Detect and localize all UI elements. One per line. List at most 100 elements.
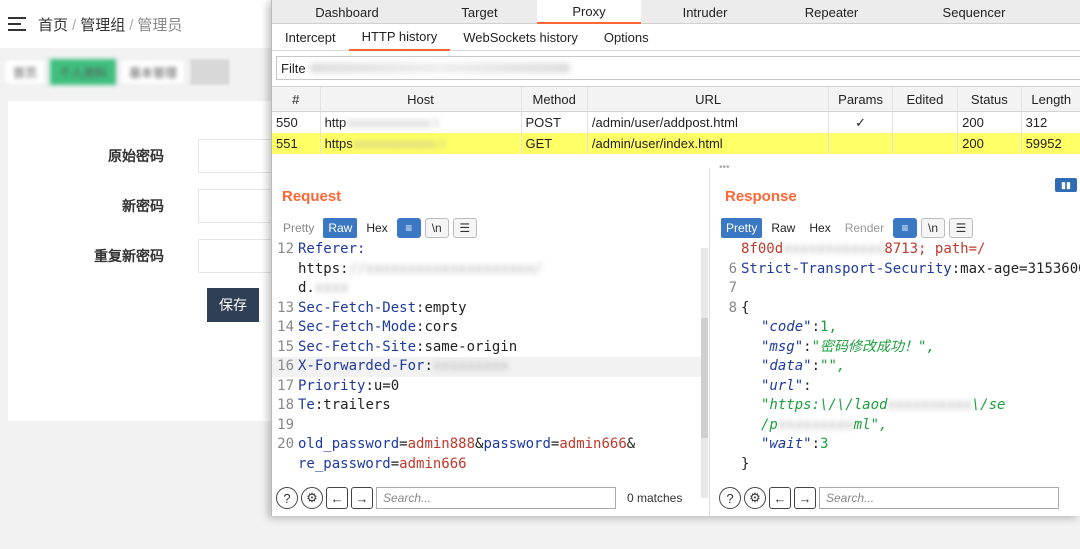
tab-sequencer[interactable]: Sequencer [894, 0, 1054, 24]
response-pretty-tab[interactable]: Pretty [721, 218, 763, 238]
filter-bar[interactable]: Filte [276, 56, 1080, 80]
layout-toggle-icon[interactable]: ▮▮ [1055, 178, 1077, 192]
menu-icon[interactable] [8, 17, 26, 31]
breadcrumb-home[interactable]: 首页 [38, 17, 68, 34]
col-method[interactable]: Method [522, 87, 588, 111]
tab-more[interactable] [190, 59, 231, 85]
request-scrollbar[interactable] [701, 248, 708, 498]
header-hsts: Strict-Transport-Security [741, 260, 952, 277]
col-host[interactable]: Host [321, 87, 522, 111]
save-button[interactable]: 保存 [207, 288, 259, 322]
help-icon[interactable]: ? [719, 487, 741, 509]
request-pretty-tab[interactable]: Pretty [278, 218, 319, 238]
json-open: { [741, 299, 750, 316]
menu-icon[interactable]: ☰ [949, 218, 974, 238]
param-password-key: password [483, 436, 551, 452]
row-host-text: http [324, 115, 347, 130]
referer-value: https: [298, 260, 349, 277]
row-method: POST [522, 112, 588, 133]
table-row[interactable]: 550 http xxxxxxxxxxxxx t POST /admin/user… [272, 112, 1080, 133]
json-wait-value: 3 [820, 436, 829, 452]
response-render-tab[interactable]: Render [840, 218, 889, 238]
tab-home[interactable]: 首页 [4, 59, 47, 85]
menu-icon[interactable]: ☰ [452, 218, 477, 238]
row-host: http xxxxxxxxxxxxx t [321, 112, 522, 133]
host-redacted: xxxxxxxxxxxxx t [352, 136, 445, 151]
arrow-left-icon[interactable]: ← [326, 487, 348, 509]
old-password-label: 原始密码 [108, 148, 164, 164]
tab-intruder[interactable]: Intruder [641, 0, 769, 24]
breadcrumb-group[interactable]: 管理组 [80, 17, 125, 34]
row-length: 312 [1025, 115, 1048, 130]
json-code-value: 1, [820, 319, 837, 335]
tab-target[interactable]: Target [422, 0, 537, 24]
new-password-input[interactable] [198, 189, 278, 223]
row-url: /admin/user/addpost.html [588, 112, 830, 133]
table-row-selected[interactable]: 551 https xxxxxxxxxxxxx t GET /admin/user… [272, 133, 1080, 154]
header-te: Te [298, 397, 315, 413]
tab-dashboard[interactable]: Dashboard [272, 0, 422, 24]
tab-intercept[interactable]: Intercept [272, 24, 349, 51]
gear-icon[interactable]: ⚙ [744, 487, 766, 509]
tab-http-history[interactable]: HTTP history [348, 24, 451, 51]
arrow-right-icon[interactable]: → [351, 487, 373, 509]
row-edited [893, 133, 959, 154]
tab-websockets-history[interactable]: WebSockets history [450, 24, 591, 51]
col-length[interactable]: Length [1022, 87, 1080, 111]
col-url[interactable]: URL [588, 87, 830, 111]
param-old-password-value: admin888 [407, 436, 476, 452]
referer-value-cont: d. [298, 280, 315, 296]
request-editor[interactable]: 12 Referer: https://xxxxxxxxxxxxxxxxxxxx/… [272, 240, 702, 474]
proxy-sub-tabs: Intercept HTTP history WebSockets histor… [272, 24, 1080, 51]
arrow-left-icon[interactable]: ← [769, 487, 791, 509]
wrap-lines-icon[interactable]: ≡ [893, 218, 918, 238]
arrow-right-icon[interactable]: → [794, 487, 816, 509]
json-url-key: "url" [761, 377, 804, 394]
response-hex-tab[interactable]: Hex [804, 218, 835, 238]
col-edited[interactable]: Edited [893, 87, 959, 111]
tab-options[interactable]: Options [591, 24, 662, 51]
request-raw-tab[interactable]: Raw [323, 218, 358, 238]
newline-icon[interactable]: \n [424, 218, 449, 238]
help-icon[interactable]: ? [276, 487, 298, 509]
row-length: 59952 [1025, 136, 1062, 151]
wrap-lines-icon[interactable]: ≡ [396, 218, 421, 238]
json-data-value: "", [820, 358, 846, 374]
request-search-input[interactable]: Search... [376, 487, 616, 509]
response-raw-tab[interactable]: Raw [766, 218, 800, 238]
param-old-password-key: old_password [298, 436, 400, 452]
param-re-password-value: admin666 [399, 455, 467, 472]
newline-icon[interactable]: \n [921, 218, 946, 238]
col-status[interactable]: Status [958, 87, 1022, 111]
tab-profile[interactable]: 个人资料 [50, 59, 117, 85]
new-password-label: 新密码 [122, 198, 164, 214]
json-wait-key: "wait" [761, 436, 812, 452]
header-value: cors [424, 319, 459, 335]
hsts-value: max-age=3153600 [960, 260, 1080, 277]
tab-repeater[interactable]: Repeater [769, 0, 894, 24]
header-x-forwarded-for: X-Forwarded-For [298, 358, 425, 374]
response-editor[interactable]: 8f00d xxxxxxxxxxxx 8713; path=/ 6 Strict-Tr… [715, 240, 1080, 474]
col-params[interactable]: Params [829, 87, 893, 111]
request-pane: Request Pretty Raw Hex ≡ \n ☰ 12 Referer:… [272, 168, 710, 516]
json-url-value-end: ml", [853, 416, 888, 433]
tab-basic[interactable]: 基本管理 [120, 59, 187, 85]
old-password-input[interactable] [198, 139, 278, 173]
header-value: empty [424, 299, 467, 316]
burp-main-tabs: Dashboard Target Proxy Intruder Repeater… [272, 0, 1080, 24]
referer-redacted-2: xxxx [314, 280, 349, 296]
response-search-input[interactable]: Search... [819, 487, 1059, 509]
cookie-redacted: xxxxxxxxxxxx [783, 241, 885, 257]
breadcrumb: 首页 / 管理组 / 管理员 [38, 16, 183, 34]
header-value: u=0 [373, 377, 400, 394]
col-num[interactable]: # [272, 87, 321, 111]
gear-icon[interactable]: ⚙ [301, 487, 323, 509]
tab-proxy[interactable]: Proxy [537, 0, 641, 24]
json-close: } [741, 455, 750, 472]
header-referer: Referer: [298, 241, 366, 257]
row-method: GET [522, 133, 588, 154]
request-hex-tab[interactable]: Hex [361, 218, 392, 238]
repeat-password-input[interactable] [198, 239, 278, 273]
url-redacted: xxxxxxxxxx [887, 397, 972, 413]
header-sec-fetch-site: Sec-Fetch-Site [298, 338, 417, 355]
